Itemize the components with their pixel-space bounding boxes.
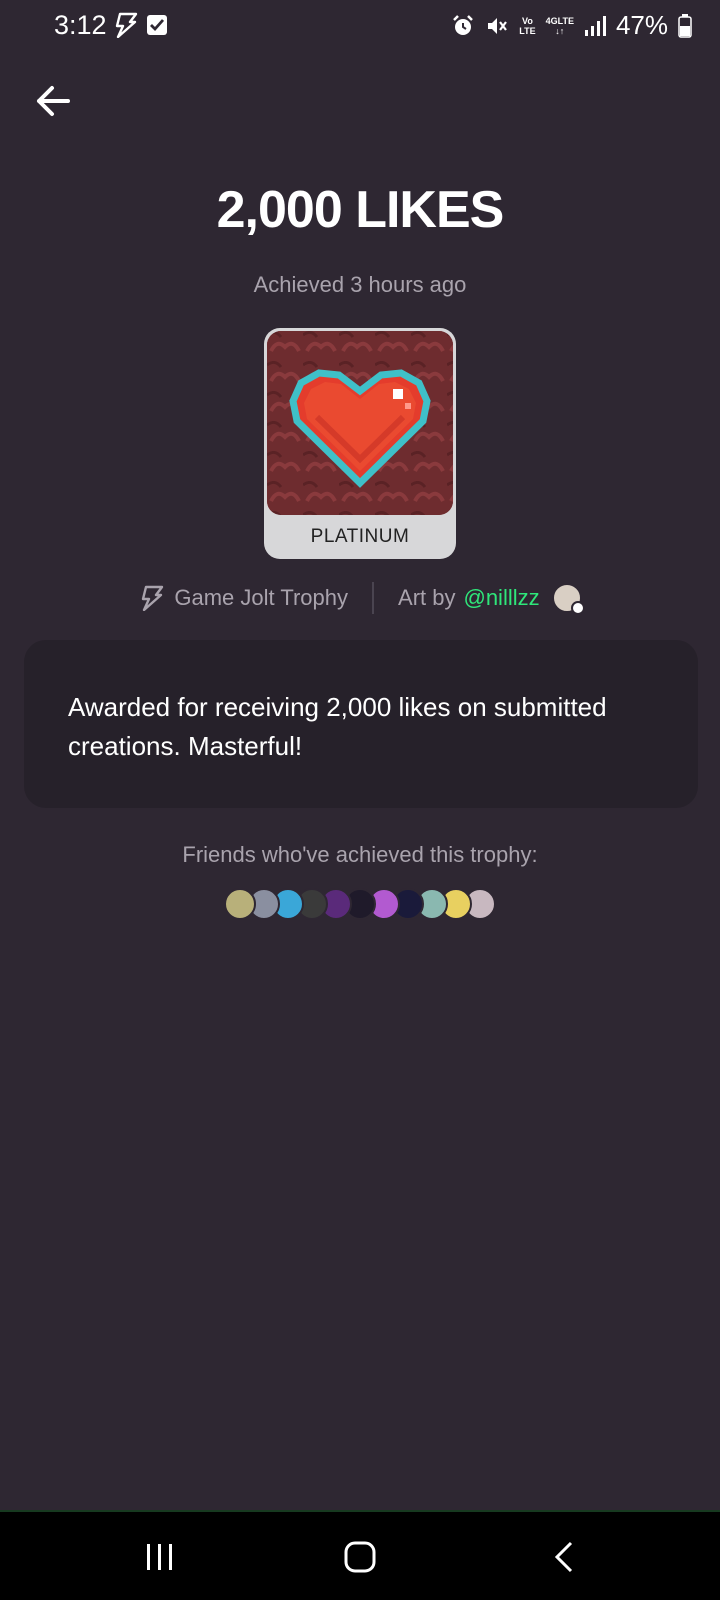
artist-handle-link[interactable]: @nilllzz — [463, 585, 539, 611]
meta-divider — [372, 582, 375, 614]
verified-icon — [570, 601, 585, 615]
trophy-description: Awarded for receiving 2,000 likes on sub… — [68, 692, 607, 761]
trophy-title: 2,000 LIKES — [216, 181, 505, 239]
friend-avatar[interactable] — [224, 888, 256, 920]
nav-back-button[interactable] — [504, 1512, 624, 1600]
checkbox-notification-icon — [147, 15, 167, 35]
home-icon — [344, 1541, 376, 1573]
alarm-icon — [453, 14, 474, 35]
arrow-left-icon — [37, 86, 70, 116]
trophy-source: Game Jolt Trophy — [174, 585, 349, 610]
status-system-icons: Vo LTE 4GLTE ↓↑ 47% — [451, 10, 692, 41]
art-by-label: Art by — [398, 585, 456, 610]
artist-avatar[interactable] — [551, 583, 585, 615]
recents-icon — [147, 1544, 172, 1570]
status-time: 3:12 — [54, 10, 107, 40]
trophy-tier-badge: PLATINUM — [310, 526, 410, 547]
trophy-screen: 3:12 Vo LTE 4GLTE ↓↑ 47% 2,000 LIKES Ach… — [0, 0, 720, 1600]
nav-home-button[interactable] — [300, 1512, 420, 1600]
mute-icon — [488, 17, 508, 34]
trophy-image — [267, 331, 453, 515]
signal-icon — [584, 15, 606, 36]
friends-label: Friends who've achieved this trophy: — [182, 842, 538, 867]
chevron-left-icon — [554, 1541, 573, 1573]
battery-percent: 47% — [615, 10, 668, 40]
gamejolt-notification-icon — [115, 12, 138, 38]
pixel-heart-icon — [267, 331, 453, 515]
achieved-time: Achieved 3 hours ago — [253, 272, 467, 297]
network-type-icon: 4GLTE ↓↑ — [545, 15, 574, 36]
friends-avatar-list[interactable] — [224, 888, 496, 920]
battery-icon — [678, 13, 692, 38]
system-nav-bar — [0, 1510, 720, 1600]
trophy-meta: Game Jolt Trophy Art by @nilllzz — [0, 582, 720, 615]
status-notification-icons — [112, 12, 168, 38]
back-button[interactable] — [30, 78, 76, 124]
nav-recents-button[interactable] — [100, 1512, 220, 1600]
description-card: Awarded for receiving 2,000 likes on sub… — [24, 640, 698, 808]
volte-icon: Vo LTE — [519, 15, 536, 36]
status-bar: 3:12 Vo LTE 4GLTE ↓↑ 47% — [0, 0, 720, 56]
trophy-card: PLATINUM — [264, 328, 456, 559]
lightning-bolt-icon — [142, 585, 164, 611]
